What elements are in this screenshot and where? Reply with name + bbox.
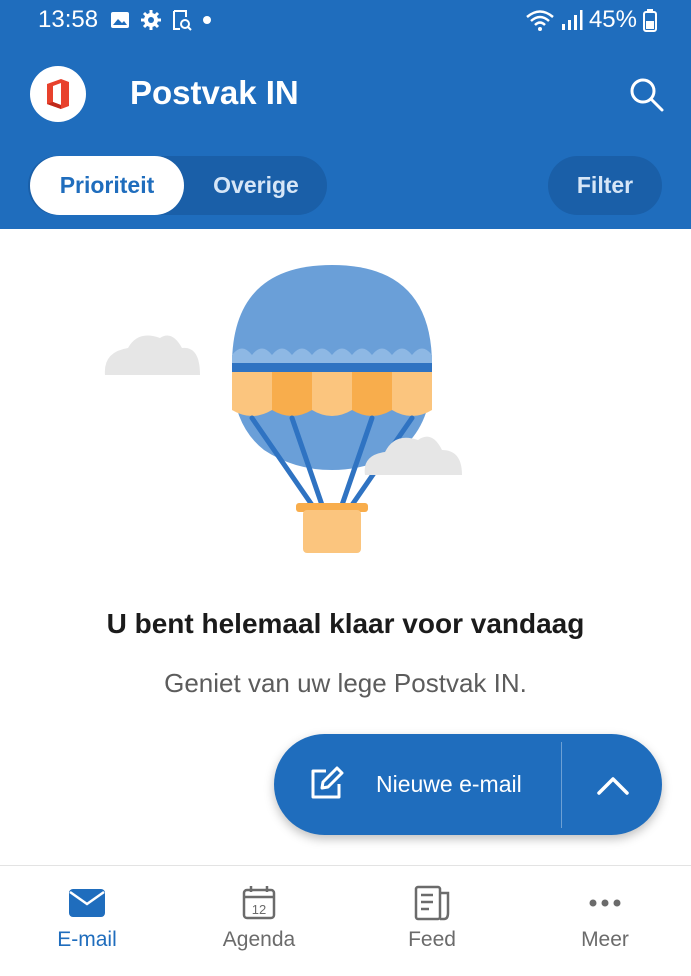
dot-icon xyxy=(203,16,211,24)
status-icons-right: 45% xyxy=(525,6,657,34)
nav-feed-label: Feed xyxy=(408,928,456,951)
feed-icon xyxy=(412,884,452,922)
inbox-tabs: Prioriteit Overige xyxy=(28,156,327,215)
battery-percentage: 45% xyxy=(588,6,637,33)
status-icons-left xyxy=(110,9,212,31)
battery-icon xyxy=(643,9,657,32)
nav-more-label: Meer xyxy=(581,928,629,951)
new-email-fab: Nieuwe e-mail xyxy=(274,734,662,835)
wifi-icon xyxy=(526,10,554,31)
tab-prioriteit[interactable]: Prioriteit xyxy=(30,156,184,215)
app-header: 13:58 45% Postvak IN Prioriteit Overige … xyxy=(0,0,691,229)
office-logo-icon xyxy=(47,79,69,109)
nav-agenda[interactable]: 12 Agenda xyxy=(189,866,329,976)
search-icon xyxy=(630,78,664,112)
status-time: 13:58 xyxy=(38,6,99,33)
more-icon xyxy=(585,884,625,922)
chevron-up-icon xyxy=(597,776,629,795)
balloon-stripe xyxy=(312,372,352,416)
calendar-day: 12 xyxy=(252,902,266,917)
mail-icon xyxy=(67,884,107,922)
balloon-stripe xyxy=(392,372,432,416)
fab-divider xyxy=(561,742,562,828)
new-email-label: Nieuwe e-mail xyxy=(376,771,522,797)
filter-button[interactable]: Filter xyxy=(548,156,662,215)
tab-overige[interactable]: Overige xyxy=(186,156,326,215)
nav-feed[interactable]: Feed xyxy=(362,866,502,976)
gear-icon xyxy=(141,10,161,30)
image-icon xyxy=(111,12,129,28)
empty-state-subtitle: Geniet van uw lege Postvak IN. xyxy=(164,668,527,698)
balloon-stripe xyxy=(352,372,392,416)
compose-icon xyxy=(311,766,344,799)
search-button[interactable] xyxy=(626,74,666,114)
office-logo[interactable] xyxy=(30,66,86,122)
nav-email[interactable]: E-mail xyxy=(17,866,157,976)
bottom-nav: E-mail 12 Agenda Feed Meer xyxy=(0,865,691,976)
nav-email-label: E-mail xyxy=(57,928,117,951)
balloon-band xyxy=(232,363,432,372)
screenshot-icon xyxy=(173,10,192,31)
page-title: Postvak IN xyxy=(130,74,299,111)
balloon-stripe xyxy=(272,372,312,416)
signal-icon xyxy=(561,10,583,30)
calendar-icon: 12 xyxy=(239,884,279,922)
balloon-stripe xyxy=(232,372,272,416)
hot-air-balloon-illustration xyxy=(104,265,462,553)
nav-more[interactable]: Meer xyxy=(535,866,675,976)
status-bar: 13:58 45% xyxy=(0,0,691,44)
expand-button[interactable] xyxy=(564,734,662,835)
nav-agenda-label: Agenda xyxy=(222,928,296,951)
empty-state-title: U bent helemaal klaar voor vandaag xyxy=(106,608,585,639)
balloon-basket xyxy=(303,510,361,553)
cloud-left xyxy=(104,335,200,375)
new-email-button[interactable]: Nieuwe e-mail xyxy=(274,734,561,835)
